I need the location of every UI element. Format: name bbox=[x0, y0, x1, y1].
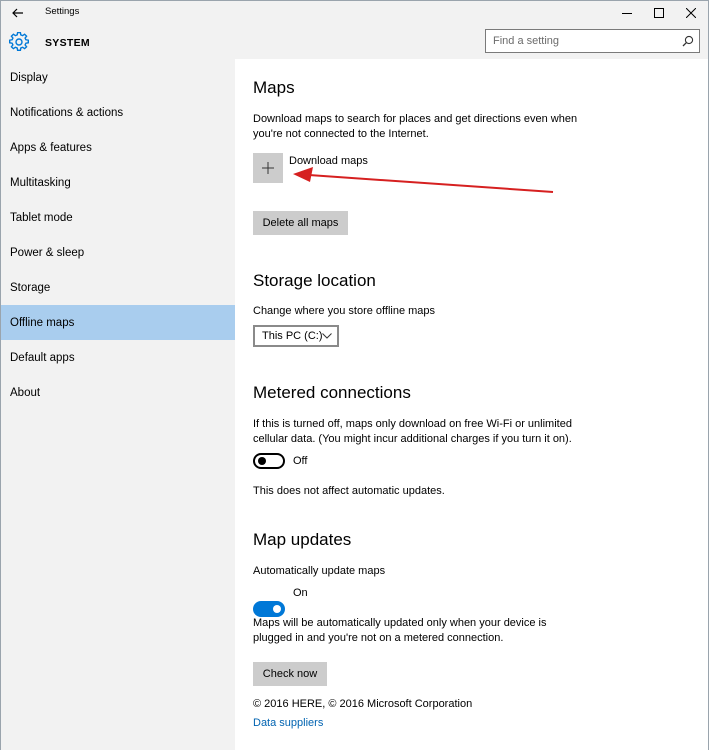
updates-description-line1: Maps will be automatically updated only … bbox=[253, 617, 547, 629]
annotation-arrow bbox=[293, 167, 554, 193]
minimize-button[interactable] bbox=[612, 1, 642, 25]
sidebar: Display Notifications & actions Apps & f… bbox=[1, 59, 235, 750]
back-button[interactable] bbox=[5, 3, 31, 23]
sidebar-item-label: Apps & features bbox=[10, 141, 92, 154]
maximize-icon bbox=[654, 8, 664, 18]
search-input[interactable] bbox=[486, 30, 676, 52]
settings-header: SYSTEM bbox=[1, 25, 708, 59]
settings-window: Settings SYSTEM Display No bbox=[0, 0, 709, 750]
maps-description-line1: Download maps to search for places and g… bbox=[253, 113, 578, 125]
auto-update-toggle-state: On bbox=[293, 587, 308, 599]
sidebar-item-label: Default apps bbox=[10, 351, 75, 364]
auto-update-label: Automatically update maps bbox=[253, 565, 386, 577]
download-maps-button[interactable] bbox=[253, 153, 283, 183]
storage-drive-dropdown[interactable]: This PC (C:) bbox=[253, 325, 339, 347]
section-title: SYSTEM bbox=[45, 37, 90, 49]
close-button[interactable] bbox=[676, 1, 706, 25]
toggle-knob bbox=[273, 605, 281, 613]
metered-description-line2: cellular data. (You might incur addition… bbox=[253, 433, 572, 445]
metered-toggle-state: Off bbox=[293, 455, 308, 467]
maps-description-line2: you're not connected to the Internet. bbox=[253, 128, 429, 140]
sidebar-item-label: Notifications & actions bbox=[10, 106, 124, 119]
maps-heading: Maps bbox=[253, 78, 295, 97]
minimize-icon bbox=[622, 13, 632, 14]
map-updates-heading: Map updates bbox=[253, 530, 352, 549]
plus-icon bbox=[262, 162, 274, 174]
gear-icon bbox=[9, 32, 29, 51]
window-title: Settings bbox=[45, 6, 80, 17]
sidebar-item-display[interactable]: Display bbox=[1, 60, 235, 95]
updates-description-line2: plugged in and you're not on a metered c… bbox=[253, 632, 504, 644]
sidebar-item-label: Display bbox=[10, 71, 48, 84]
sidebar-item-notifications[interactable]: Notifications & actions bbox=[1, 95, 235, 130]
metered-note: This does not affect automatic updates. bbox=[253, 485, 445, 497]
storage-location-description: Change where you store offline maps bbox=[253, 305, 436, 317]
sidebar-item-storage[interactable]: Storage bbox=[1, 270, 235, 305]
sidebar-item-label: Storage bbox=[10, 281, 51, 294]
metered-description-line1: If this is turned off, maps only downloa… bbox=[253, 418, 572, 430]
sidebar-item-label: Power & sleep bbox=[10, 246, 85, 259]
auto-update-toggle[interactable] bbox=[253, 601, 285, 617]
sidebar-item-multitasking[interactable]: Multitasking bbox=[1, 165, 235, 200]
sidebar-item-label: Offline maps bbox=[10, 316, 75, 329]
storage-drive-value: This PC (C:) bbox=[262, 330, 323, 342]
metered-toggle[interactable] bbox=[253, 453, 285, 469]
check-now-button[interactable]: Check now bbox=[253, 662, 327, 686]
sidebar-item-label: Tablet mode bbox=[10, 211, 73, 224]
sidebar-item-about[interactable]: About bbox=[1, 375, 235, 410]
sidebar-item-offline-maps[interactable]: Offline maps bbox=[1, 305, 235, 340]
copyright-text: © 2016 HERE, © 2016 Microsoft Corporatio… bbox=[253, 698, 473, 710]
maximize-button[interactable] bbox=[644, 1, 674, 25]
sidebar-item-power-sleep[interactable]: Power & sleep bbox=[1, 235, 235, 270]
sidebar-item-label: About bbox=[10, 386, 41, 399]
back-arrow-icon bbox=[12, 8, 23, 18]
sidebar-item-apps-features[interactable]: Apps & features bbox=[1, 130, 235, 165]
sidebar-item-label: Multitasking bbox=[10, 176, 71, 189]
close-icon bbox=[686, 8, 696, 18]
search-icon[interactable] bbox=[682, 35, 694, 47]
storage-location-heading: Storage location bbox=[253, 271, 376, 290]
data-suppliers-link[interactable]: Data suppliers bbox=[253, 717, 323, 729]
search-box[interactable] bbox=[485, 29, 700, 53]
delete-all-maps-button[interactable]: Delete all maps bbox=[253, 211, 348, 235]
metered-connections-heading: Metered connections bbox=[253, 383, 411, 402]
toggle-knob bbox=[258, 457, 266, 465]
chevron-down-icon bbox=[322, 333, 332, 339]
sidebar-item-tablet-mode[interactable]: Tablet mode bbox=[1, 200, 235, 235]
title-bar: Settings bbox=[1, 1, 708, 25]
sidebar-item-default-apps[interactable]: Default apps bbox=[1, 340, 235, 375]
